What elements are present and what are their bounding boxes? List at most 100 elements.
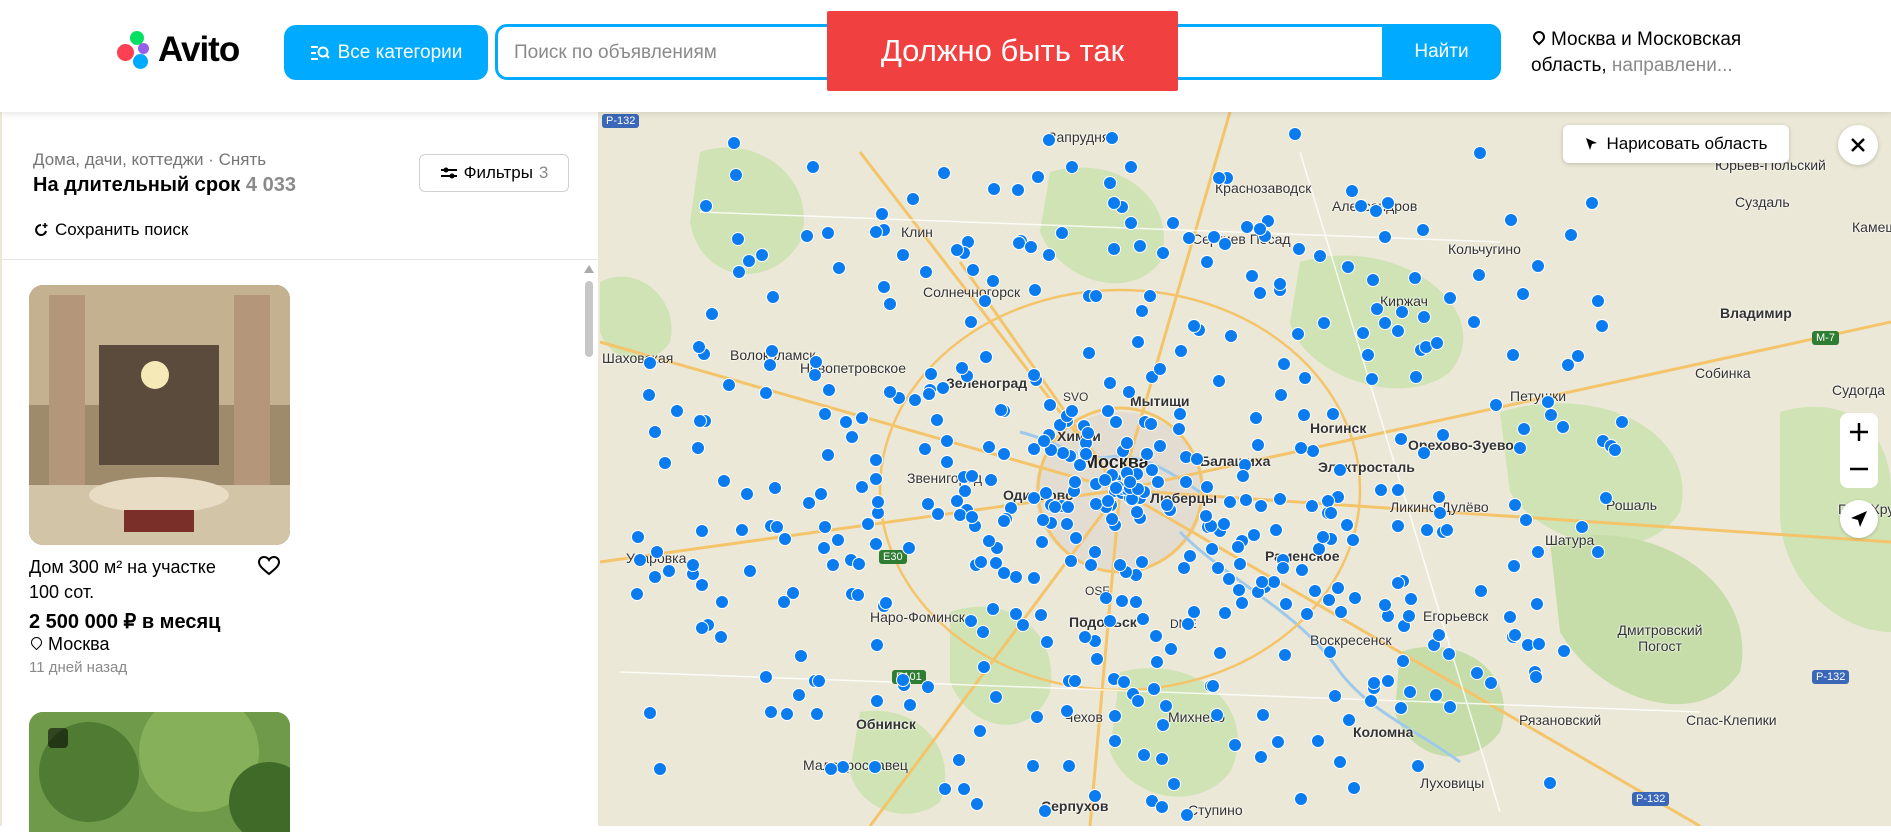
listing-marker[interactable] — [956, 782, 971, 797]
listing-marker[interactable] — [1252, 286, 1267, 301]
listing-marker[interactable] — [1166, 777, 1181, 792]
listing-marker[interactable] — [1143, 417, 1158, 432]
listing-marker[interactable] — [1097, 472, 1112, 487]
listing-marker[interactable] — [985, 602, 1000, 617]
listing-marker[interactable] — [1275, 560, 1290, 575]
listing-marker[interactable] — [854, 411, 869, 426]
listing-marker[interactable] — [1390, 518, 1405, 533]
listing-marker[interactable] — [1344, 183, 1359, 198]
listing-marker[interactable] — [642, 356, 657, 371]
listing-marker[interactable] — [1474, 583, 1489, 598]
listing-marker[interactable] — [1429, 335, 1444, 350]
listing-marker[interactable] — [759, 385, 774, 400]
listing-marker[interactable] — [1366, 675, 1381, 690]
listing-marker[interactable] — [1324, 505, 1339, 520]
listing-marker[interactable] — [869, 452, 884, 467]
listing-marker[interactable] — [1119, 435, 1134, 450]
listing-marker[interactable] — [1128, 594, 1143, 609]
listing-marker[interactable] — [1062, 758, 1076, 773]
listing-marker[interactable] — [1297, 371, 1312, 386]
listing-marker[interactable] — [1403, 591, 1418, 606]
listing-marker[interactable] — [1173, 343, 1188, 358]
zoom-in-button[interactable] — [1840, 413, 1878, 451]
listing-marker[interactable] — [767, 480, 782, 495]
find-button[interactable]: Найти — [1382, 24, 1501, 80]
listing-marker[interactable] — [1158, 698, 1173, 713]
listing-marker[interactable] — [939, 454, 954, 469]
listing-marker[interactable] — [938, 781, 953, 796]
listing-marker[interactable] — [1364, 693, 1379, 708]
listing-marker[interactable] — [1055, 225, 1070, 240]
listing-marker[interactable] — [1102, 613, 1117, 628]
listing-marker[interactable] — [1518, 512, 1533, 527]
listing-marker[interactable] — [1200, 479, 1215, 494]
listing-marker[interactable] — [1156, 245, 1171, 260]
listing-marker[interactable] — [1401, 609, 1416, 624]
listing-marker[interactable] — [1139, 447, 1154, 462]
listing-marker[interactable] — [1368, 203, 1383, 218]
listing-marker[interactable] — [1432, 506, 1447, 521]
listing-marker[interactable] — [895, 247, 910, 262]
listing-marker[interactable] — [1211, 374, 1226, 389]
listing-marker[interactable] — [762, 357, 777, 372]
listing-marker[interactable] — [1472, 267, 1487, 282]
location-selector[interactable]: Москва и Московская область, направлени.… — [1530, 27, 1771, 79]
listing-marker[interactable] — [1107, 733, 1122, 748]
listing-marker[interactable] — [1542, 776, 1557, 791]
listing-marker[interactable] — [1176, 560, 1191, 575]
listing-marker[interactable] — [869, 638, 884, 653]
listing-marker[interactable] — [1132, 238, 1147, 253]
listing-marker[interactable] — [918, 264, 933, 279]
listing-marker[interactable] — [1407, 271, 1422, 286]
listing-marker[interactable] — [1087, 788, 1102, 803]
listing-marker[interactable] — [704, 306, 719, 321]
listing-marker[interactable] — [1443, 290, 1458, 305]
listing-marker[interactable] — [1029, 710, 1044, 725]
listing-marker[interactable] — [764, 344, 779, 359]
listing-marker[interactable] — [793, 648, 808, 663]
listing-marker[interactable] — [1348, 590, 1363, 605]
listing-marker[interactable] — [1267, 574, 1282, 589]
listing-marker[interactable] — [816, 541, 831, 556]
listing-marker[interactable] — [977, 293, 992, 308]
listing-marker[interactable] — [1246, 527, 1261, 542]
listing-marker[interactable] — [996, 447, 1011, 462]
listing-marker[interactable] — [1472, 146, 1487, 161]
listing-marker[interactable] — [1130, 693, 1145, 708]
listing-marker[interactable] — [1036, 433, 1051, 448]
listing-marker[interactable] — [1131, 334, 1146, 349]
listing-marker[interactable] — [1028, 282, 1043, 297]
listing-marker[interactable] — [1529, 669, 1544, 684]
listing-marker[interactable] — [1235, 469, 1250, 484]
listing-marker[interactable] — [1333, 754, 1348, 769]
listing-marker[interactable] — [1540, 394, 1555, 409]
listing-marker[interactable] — [1598, 490, 1613, 505]
listing-marker[interactable] — [831, 260, 846, 275]
listing-marker[interactable] — [1564, 227, 1579, 242]
listing-marker[interactable] — [1230, 539, 1245, 554]
listing-marker[interactable] — [1408, 370, 1423, 385]
listing-marker[interactable] — [1432, 627, 1446, 642]
listing-marker[interactable] — [966, 262, 981, 277]
listing-marker[interactable] — [1244, 268, 1259, 283]
listing-marker[interactable] — [1332, 462, 1347, 477]
listing-marker[interactable] — [721, 377, 736, 392]
listing-marker[interactable] — [935, 380, 950, 395]
listing-marker[interactable] — [1431, 490, 1446, 505]
listing-marker[interactable] — [868, 759, 883, 774]
filters-button[interactable]: Фильтры 3 — [419, 154, 569, 192]
listing-photo[interactable] — [29, 285, 290, 545]
listing-marker[interactable] — [1360, 347, 1375, 362]
listing-marker[interactable] — [1065, 159, 1080, 174]
close-map-button[interactable] — [1838, 125, 1878, 165]
listing-marker[interactable] — [799, 228, 814, 243]
listing-marker[interactable] — [1080, 425, 1095, 440]
listing-marker[interactable] — [997, 513, 1012, 528]
listing-marker[interactable] — [1025, 758, 1040, 773]
listing-marker[interactable] — [1505, 347, 1520, 362]
listing-marker[interactable] — [1026, 490, 1041, 505]
listing-marker[interactable] — [917, 441, 932, 456]
listing-marker[interactable] — [1272, 276, 1287, 291]
listing-marker[interactable] — [1290, 326, 1305, 341]
listing-marker[interactable] — [1557, 643, 1572, 658]
